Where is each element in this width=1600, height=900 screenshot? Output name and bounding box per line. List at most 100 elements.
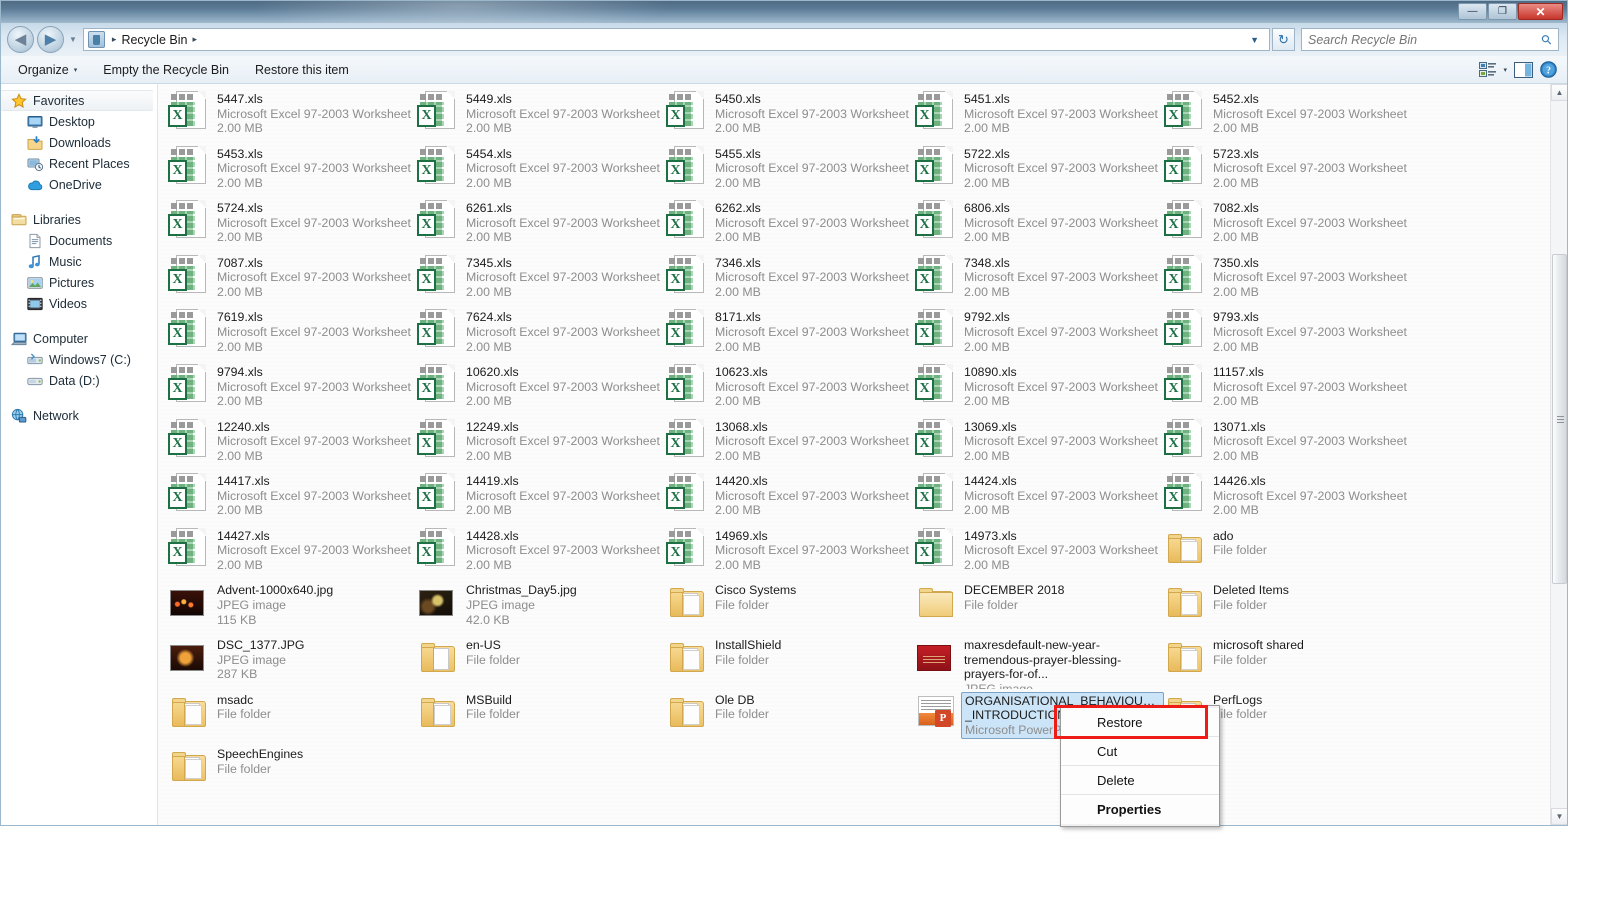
file-item[interactable]: X14420.xlsMicrosoft Excel 97-2003 Worksh… [666, 470, 915, 525]
file-item[interactable]: Ole DBFile folder [666, 689, 915, 744]
maximize-button[interactable]: ❐ [1488, 3, 1517, 20]
sidebar-item-documents[interactable]: Documents [1, 230, 157, 251]
file-item[interactable]: X12249.xlsMicrosoft Excel 97-2003 Worksh… [417, 416, 666, 471]
file-item[interactable]: X9793.xlsMicrosoft Excel 97-2003 Workshe… [1164, 306, 1413, 361]
file-item[interactable]: adoFile folder [1164, 525, 1413, 580]
file-list-pane[interactable]: X5447.xlsMicrosoft Excel 97-2003 Workshe… [158, 84, 1567, 825]
file-item[interactable]: DSC_1377.JPGJPEG image287 KB [168, 634, 417, 689]
file-item[interactable]: X14973.xlsMicrosoft Excel 97-2003 Worksh… [915, 525, 1164, 580]
file-item[interactable]: en-USFile folder [417, 634, 666, 689]
file-item[interactable]: X6262.xlsMicrosoft Excel 97-2003 Workshe… [666, 197, 915, 252]
sidebar-item-data-d-[interactable]: Data (D:) [1, 370, 157, 391]
file-item[interactable]: X7087.xlsMicrosoft Excel 97-2003 Workshe… [168, 252, 417, 307]
sidebar-item-pictures[interactable]: Pictures [1, 272, 157, 293]
recent-pages-dropdown-icon[interactable]: ▼ [69, 35, 77, 44]
file-item[interactable]: X6261.xlsMicrosoft Excel 97-2003 Workshe… [417, 197, 666, 252]
file-item[interactable]: X9792.xlsMicrosoft Excel 97-2003 Workshe… [915, 306, 1164, 361]
scrollbar-thumb[interactable] [1552, 254, 1567, 584]
scroll-up-button[interactable]: ▲ [1551, 84, 1567, 101]
file-item[interactable]: Deleted ItemsFile folder [1164, 579, 1413, 634]
file-item[interactable]: X6806.xlsMicrosoft Excel 97-2003 Workshe… [915, 197, 1164, 252]
file-item[interactable]: X7619.xlsMicrosoft Excel 97-2003 Workshe… [168, 306, 417, 361]
address-bar[interactable]: ▸ Recycle Bin ▸ ▼ [83, 28, 1270, 51]
file-item[interactable]: Advent-1000x640.jpgJPEG image115 KB [168, 579, 417, 634]
file-item[interactable]: X5455.xlsMicrosoft Excel 97-2003 Workshe… [666, 143, 915, 198]
file-item[interactable]: X14427.xlsMicrosoft Excel 97-2003 Worksh… [168, 525, 417, 580]
file-item[interactable]: X7345.xlsMicrosoft Excel 97-2003 Workshe… [417, 252, 666, 307]
file-item[interactable]: X5452.xlsMicrosoft Excel 97-2003 Workshe… [1164, 88, 1413, 143]
help-icon[interactable]: ? [1540, 61, 1557, 78]
address-dropdown-icon[interactable]: ▼ [1244, 35, 1265, 45]
breadcrumb-recycle-bin[interactable]: Recycle Bin [121, 33, 187, 47]
search-input[interactable] [1308, 33, 1542, 47]
file-item[interactable]: X13068.xlsMicrosoft Excel 97-2003 Worksh… [666, 416, 915, 471]
file-item[interactable]: X14426.xlsMicrosoft Excel 97-2003 Worksh… [1164, 470, 1413, 525]
sidebar-item-videos[interactable]: Videos [1, 293, 157, 314]
file-item[interactable]: X5453.xlsMicrosoft Excel 97-2003 Workshe… [168, 143, 417, 198]
file-item[interactable]: microsoft sharedFile folder [1164, 634, 1413, 689]
file-item[interactable]: X14419.xlsMicrosoft Excel 97-2003 Worksh… [417, 470, 666, 525]
file-item[interactable]: Christmas_Day5.jpgJPEG image42.0 KB [417, 579, 666, 634]
organize-menu-button[interactable]: Organize ▾ [9, 60, 86, 80]
context-menu-item-restore[interactable]: Restore [1061, 708, 1219, 737]
file-item[interactable]: X5449.xlsMicrosoft Excel 97-2003 Workshe… [417, 88, 666, 143]
file-item[interactable]: X14424.xlsMicrosoft Excel 97-2003 Worksh… [915, 470, 1164, 525]
sidebar-item-downloads[interactable]: Downloads [1, 132, 157, 153]
minimize-button[interactable]: — [1458, 3, 1487, 20]
forward-button[interactable]: ▶ [37, 26, 64, 53]
context-menu[interactable]: RestoreCutDeleteProperties [1060, 705, 1220, 827]
sidebar-item-onedrive[interactable]: OneDrive [1, 174, 157, 195]
file-item[interactable]: X5724.xlsMicrosoft Excel 97-2003 Workshe… [168, 197, 417, 252]
view-chevron-down-icon[interactable]: ▾ [1503, 66, 1507, 74]
file-item[interactable]: MSBuildFile folder [417, 689, 666, 744]
file-item[interactable]: X5722.xlsMicrosoft Excel 97-2003 Workshe… [915, 143, 1164, 198]
file-item[interactable]: msadcFile folder [168, 689, 417, 744]
file-item[interactable]: X5450.xlsMicrosoft Excel 97-2003 Workshe… [666, 88, 915, 143]
sidebar-item-desktop[interactable]: Desktop [1, 111, 157, 132]
file-item[interactable]: InstallShieldFile folder [666, 634, 915, 689]
file-item[interactable]: X5454.xlsMicrosoft Excel 97-2003 Workshe… [417, 143, 666, 198]
file-item[interactable]: X10890.xlsMicrosoft Excel 97-2003 Worksh… [915, 361, 1164, 416]
refresh-button[interactable]: ↻ [1272, 28, 1295, 51]
close-button[interactable]: ✕ [1518, 3, 1563, 20]
file-item[interactable]: X5447.xlsMicrosoft Excel 97-2003 Workshe… [168, 88, 417, 143]
preview-pane-icon[interactable] [1514, 62, 1533, 78]
file-item[interactable]: maxresdefault-new-year-tremendous-prayer… [915, 634, 1164, 689]
file-item[interactable]: X7624.xlsMicrosoft Excel 97-2003 Workshe… [417, 306, 666, 361]
file-item[interactable]: X12240.xlsMicrosoft Excel 97-2003 Worksh… [168, 416, 417, 471]
sidebar-item-favorites[interactable]: Favorites [1, 90, 153, 111]
sidebar-item-windows7-c-[interactable]: Windows7 (C:) [1, 349, 157, 370]
file-item[interactable]: X7346.xlsMicrosoft Excel 97-2003 Workshe… [666, 252, 915, 307]
file-item[interactable]: X10620.xlsMicrosoft Excel 97-2003 Worksh… [417, 361, 666, 416]
file-item[interactable]: Cisco SystemsFile folder [666, 579, 915, 634]
file-item[interactable]: X13071.xlsMicrosoft Excel 97-2003 Worksh… [1164, 416, 1413, 471]
file-item[interactable]: X8171.xlsMicrosoft Excel 97-2003 Workshe… [666, 306, 915, 361]
file-item[interactable]: X14428.xlsMicrosoft Excel 97-2003 Worksh… [417, 525, 666, 580]
file-item[interactable]: X13069.xlsMicrosoft Excel 97-2003 Worksh… [915, 416, 1164, 471]
file-item[interactable]: X14417.xlsMicrosoft Excel 97-2003 Worksh… [168, 470, 417, 525]
context-menu-item-properties[interactable]: Properties [1061, 795, 1219, 824]
sidebar-item-recent-places[interactable]: Recent Places [1, 153, 157, 174]
file-item[interactable]: X11157.xlsMicrosoft Excel 97-2003 Worksh… [1164, 361, 1413, 416]
file-item[interactable]: SpeechEnginesFile folder [168, 743, 417, 798]
file-item[interactable]: X7350.xlsMicrosoft Excel 97-2003 Workshe… [1164, 252, 1413, 307]
file-item[interactable]: X7348.xlsMicrosoft Excel 97-2003 Workshe… [915, 252, 1164, 307]
back-button[interactable]: ◀ [7, 26, 34, 53]
change-view-icon[interactable] [1479, 62, 1496, 77]
sidebar-item-music[interactable]: Music [1, 251, 157, 272]
file-item[interactable]: X10623.xlsMicrosoft Excel 97-2003 Worksh… [666, 361, 915, 416]
file-item[interactable]: X7082.xlsMicrosoft Excel 97-2003 Workshe… [1164, 197, 1413, 252]
breadcrumb-separator-2[interactable]: ▸ [192, 34, 197, 45]
file-item[interactable]: X5723.xlsMicrosoft Excel 97-2003 Workshe… [1164, 143, 1413, 198]
file-item[interactable]: X9794.xlsMicrosoft Excel 97-2003 Workshe… [168, 361, 417, 416]
restore-this-item-button[interactable]: Restore this item [246, 60, 358, 80]
file-item[interactable]: DECEMBER 2018File folder [915, 579, 1164, 634]
sidebar-item-libraries[interactable]: Libraries [1, 209, 157, 230]
scroll-down-button[interactable]: ▼ [1551, 808, 1567, 825]
sidebar-item-network[interactable]: Network [1, 405, 157, 426]
file-item[interactable]: X14969.xlsMicrosoft Excel 97-2003 Worksh… [666, 525, 915, 580]
file-item[interactable]: X5451.xlsMicrosoft Excel 97-2003 Workshe… [915, 88, 1164, 143]
empty-recycle-bin-button[interactable]: Empty the Recycle Bin [94, 60, 238, 80]
search-box[interactable]: ⚲ [1301, 28, 1559, 51]
context-menu-item-delete[interactable]: Delete [1061, 766, 1219, 795]
